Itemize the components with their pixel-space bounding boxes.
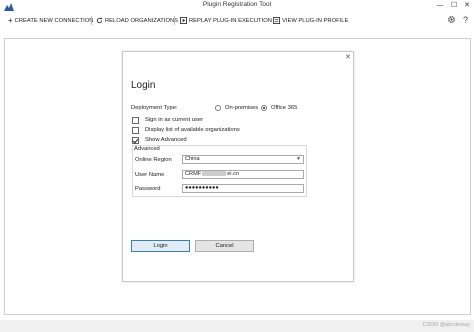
online-region-select[interactable]: China ▼ [182,155,304,164]
show-advanced-checkbox[interactable] [132,137,139,144]
plus-icon: + [8,16,13,25]
user-name-prefix: CRMF [185,171,202,177]
advanced-legend: Advanced [133,146,161,152]
redacted-text [202,171,227,177]
close-window-button[interactable]: ✕ [461,0,473,12]
password-label: Password [135,186,161,192]
sign-in-current-user-checkbox[interactable] [132,117,139,124]
replay-plugin-execution-button[interactable]: REPLAY PLUG-IN EXECUTION [180,15,272,26]
login-dialog: ✕ Login Deployment Type: On-premises Off… [122,51,354,282]
help-icon[interactable]: ? [461,15,470,24]
user-name-suffix: ei.cn [227,171,239,177]
display-orgs-label: Display list of available organizations [145,127,240,133]
toolbar: + CREATE NEW CONNECTION RELOAD ORGANIZAT… [0,13,474,27]
reload-organizations-label: RELOAD ORGANIZATIONS [105,17,179,24]
reload-organizations-button[interactable]: RELOAD ORGANIZATIONS [96,15,178,26]
password-field[interactable]: ●●●●●●●●●● [182,184,304,193]
office-365-radio[interactable] [261,105,267,111]
on-premises-radio[interactable] [215,105,221,111]
cancel-button[interactable]: Cancel [195,240,254,252]
user-name-label: User Name [135,172,165,178]
office-365-label: Office 365 [271,105,298,111]
online-region-value: China [185,156,200,162]
svg-text:?: ? [463,15,468,24]
minimize-button[interactable]: — [434,0,446,12]
login-button[interactable]: Login [131,240,190,252]
display-orgs-checkbox[interactable] [132,127,139,134]
view-plugin-profile-label: VIEW PLUG-IN PROFILE [282,17,349,24]
gear-icon[interactable] [447,15,456,24]
watermark-text: CSDN @abcdeway [422,322,470,328]
replay-icon [180,17,187,24]
dialog-title: Login [131,80,156,91]
view-plugin-profile-button[interactable]: VIEW PLUG-IN PROFILE [273,15,348,26]
window-title: Plugin Registration Tool [202,1,272,8]
toolbar-separator [91,16,92,25]
on-premises-label: On-premises [225,105,259,111]
password-mask: ●●●●●●●●●● [185,185,219,191]
profile-icon [273,17,280,24]
deployment-type-label: Deployment Type: [131,105,178,111]
reload-icon [96,17,103,24]
sign-in-current-user-label: Sign in as current user [145,117,203,123]
maximize-button[interactable]: ☐ [448,0,460,12]
create-connection-label: CREATE NEW CONNECTION [14,17,94,24]
user-name-field[interactable]: CRMF ei.cn [182,170,304,179]
online-region-label: Online Region [135,157,172,163]
dialog-close-button[interactable]: ✕ [343,53,353,63]
status-bar: CSDN @abcdeway [0,320,474,332]
title-bar: Plugin Registration Tool — ☐ ✕ [0,0,474,12]
replay-plugin-execution-label: REPLAY PLUG-IN EXECUTION [189,17,272,24]
create-connection-button[interactable]: + CREATE NEW CONNECTION [8,15,93,26]
show-advanced-label: Show Advanced [145,137,187,143]
chevron-down-icon: ▼ [296,156,301,162]
toolbar-separator [174,16,175,25]
